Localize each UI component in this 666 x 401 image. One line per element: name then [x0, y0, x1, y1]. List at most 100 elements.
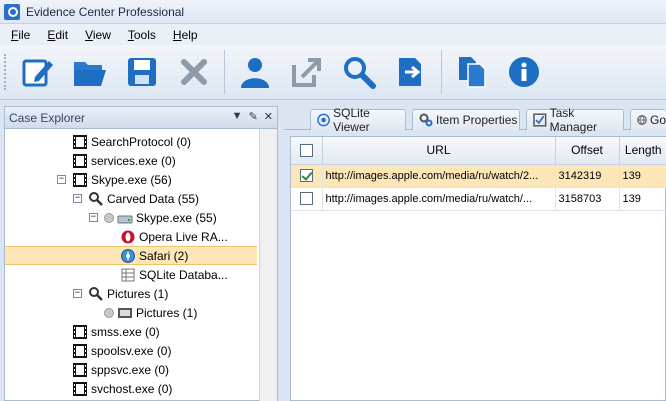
export-button[interactable]: [285, 50, 329, 94]
close-icon[interactable]: ✕: [264, 110, 273, 123]
tree-item-label: Safari (2): [139, 248, 189, 263]
status-dot-icon: [104, 307, 114, 318]
tree-item[interactable]: − Pictures (1): [5, 284, 257, 303]
case-explorer-title: Case Explorer: [9, 110, 86, 125]
tree-item-label: SearchProtocol (0): [91, 134, 192, 149]
pin-icon[interactable]: ✎: [249, 110, 258, 123]
database-icon: [120, 267, 136, 283]
tree-item-label: Skype.exe (55): [136, 210, 217, 225]
tree-item[interactable]: − Skype.exe (56): [5, 170, 257, 189]
tree-item[interactable]: sppsvc.exe (0): [5, 360, 257, 379]
row-checkbox[interactable]: [299, 192, 313, 205]
tree-item[interactable]: svchost.exe (0): [5, 379, 257, 398]
menu-view[interactable]: View: [78, 28, 121, 42]
app-icon: [4, 3, 20, 20]
tree-item[interactable]: spoolsv.exe (0): [5, 341, 257, 360]
tree-item[interactable]: services.exe (0): [5, 151, 257, 170]
tree-scrollbar[interactable]: [259, 129, 277, 401]
forward-icon: [399, 58, 421, 86]
row-checkbox[interactable]: [299, 169, 313, 182]
edit-icon: [22, 59, 53, 87]
copy-button[interactable]: [450, 50, 494, 94]
collapse-toggle-icon[interactable]: −: [57, 175, 66, 184]
menu-help[interactable]: Help: [166, 28, 208, 42]
column-header-length[interactable]: Length: [619, 137, 666, 165]
tree-item-label: SQLite Databa...: [139, 267, 228, 282]
tree-item-label: svchost.exe (0): [91, 381, 173, 396]
tree-item[interactable]: − Skype.exe (55): [5, 208, 257, 227]
film-icon: [72, 362, 88, 378]
tree-item[interactable]: smss.exe (0): [5, 322, 257, 341]
toolbar-grip[interactable]: [4, 54, 8, 90]
status-dot-icon: [104, 212, 114, 223]
menu-tools[interactable]: Tools: [121, 28, 166, 42]
delete-icon: [181, 59, 207, 85]
tab-strip: SQLite Viewer Item Properties Task Manag…: [284, 106, 666, 134]
tree-item-label: smss.exe (0): [91, 324, 160, 339]
content-area: SQLite Viewer Item Properties Task Manag…: [284, 106, 666, 401]
edit-button[interactable]: [16, 50, 60, 94]
opera-icon: [120, 229, 136, 245]
collapse-toggle-icon[interactable]: −: [73, 289, 82, 298]
tree-item[interactable]: Safari (2): [5, 246, 257, 265]
toolbar-separator: [441, 50, 442, 94]
collapse-toggle-icon[interactable]: −: [73, 194, 82, 203]
export-icon: [292, 58, 321, 87]
save-button[interactable]: [120, 50, 164, 94]
tree-item[interactable]: − Carved Data (55): [5, 189, 257, 208]
tree-item[interactable]: Pictures (1): [5, 303, 257, 322]
film-icon: [72, 343, 88, 359]
open-folder-icon: [74, 62, 106, 86]
forward-button[interactable]: [389, 50, 433, 94]
grid-header-row: URL Offset Length: [291, 137, 666, 165]
film-icon: [72, 153, 88, 169]
safari-icon: [120, 248, 136, 264]
magnifier-icon: [88, 191, 104, 207]
column-header-offset[interactable]: Offset: [555, 137, 620, 165]
row-checkbox-cell[interactable]: [291, 187, 323, 211]
case-explorer-panel: Case Explorer ▼ ✎ ✕ svchost.exe (0) sppsv…: [4, 106, 278, 401]
gears-icon: [419, 113, 433, 127]
url-cell: http://images.apple.com/media/ru/watch/.…: [322, 187, 556, 211]
tab-task-manager[interactable]: Task Manager: [526, 106, 624, 134]
tree-item[interactable]: SQLite Databa...: [5, 265, 257, 284]
pictures-icon: [117, 305, 133, 321]
url-cell: http://images.apple.com/media/ru/watch/2…: [322, 164, 556, 188]
menu-edit[interactable]: Edit: [40, 28, 78, 42]
tree-item[interactable]: Opera Live RA...: [5, 227, 257, 246]
search-button[interactable]: [337, 50, 381, 94]
delete-button[interactable]: [172, 50, 216, 94]
film-icon: [72, 324, 88, 340]
select-all-checkbox[interactable]: [299, 143, 313, 157]
table-row[interactable]: http://images.apple.com/media/ru/watch/.…: [291, 187, 666, 211]
copy-icon: [459, 57, 486, 88]
tree-item[interactable]: SearchProtocol (0): [5, 132, 257, 151]
user-button[interactable]: [233, 50, 277, 94]
tree-item-label: Pictures (1): [107, 286, 169, 301]
column-header-select[interactable]: [291, 137, 323, 165]
tree-item-label: Carved Data (55): [107, 191, 200, 206]
case-explorer-header: Case Explorer ▼ ✎ ✕: [5, 107, 277, 129]
toolbar-separator: [224, 50, 225, 94]
tree-item-label: Pictures (1): [136, 305, 198, 320]
column-header-url[interactable]: URL: [322, 137, 556, 165]
length-cell: 139: [619, 164, 666, 188]
tab-sqlite-viewer[interactable]: SQLite Viewer: [310, 106, 406, 134]
collapse-toggle-icon[interactable]: −: [89, 213, 98, 222]
menu-file[interactable]: File: [4, 28, 40, 42]
tree-item-label: services.exe (0): [91, 153, 176, 168]
window-title: Evidence Center Professional: [26, 4, 185, 19]
dropdown-icon[interactable]: ▼: [232, 110, 243, 123]
magnifier-icon: [88, 286, 104, 302]
table-row[interactable]: http://images.apple.com/media/ru/watch/2…: [291, 164, 666, 188]
tree-item-label: Skype.exe (56): [91, 172, 172, 187]
tab-go[interactable]: Go: [630, 109, 666, 130]
row-checkbox-cell[interactable]: [291, 164, 323, 188]
title-bar: Evidence Center Professional: [0, 0, 666, 24]
offset-cell: 3158703: [555, 187, 620, 211]
tree-item-label: Opera Live RA...: [139, 229, 228, 244]
open-button[interactable]: [68, 50, 112, 94]
info-button[interactable]: [502, 50, 546, 94]
menu-bar: File Edit View Tools Help: [0, 24, 666, 45]
tab-item-properties[interactable]: Item Properties: [412, 109, 520, 130]
